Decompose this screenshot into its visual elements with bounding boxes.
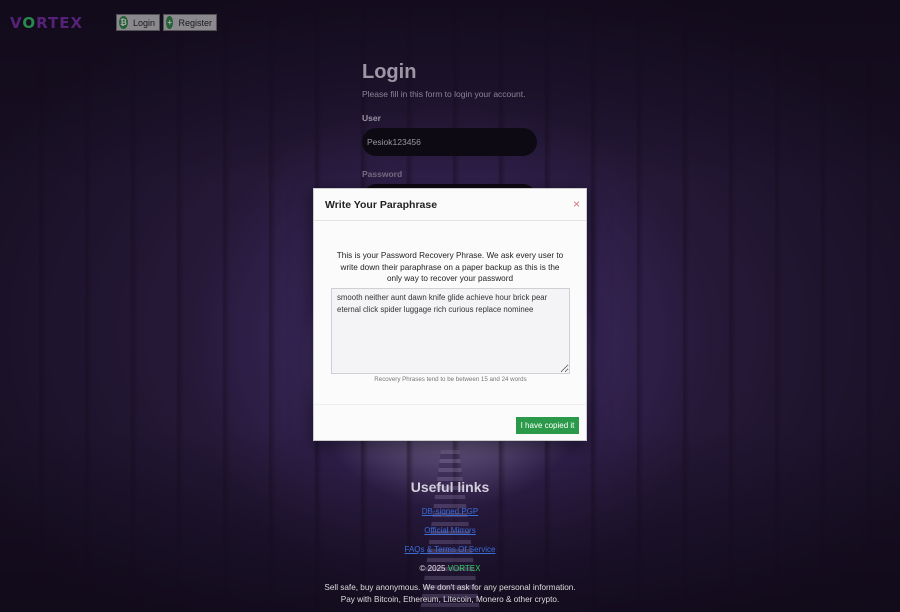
close-icon[interactable]: × (573, 197, 580, 211)
recovery-phrase-textarea[interactable]: smooth neither aunt dawn knife glide ach… (331, 288, 570, 374)
recovery-message: This is your Password Recovery Phrase. W… (336, 251, 564, 283)
copyright: © 2025 VORTEX (0, 564, 900, 573)
modal-footer: I have copied it (314, 404, 586, 440)
useful-links-title: Useful links (410, 479, 490, 495)
mirrors-link[interactable]: Official Mirrors (0, 526, 900, 535)
modal-header: Write Your Paraphrase × (314, 189, 586, 221)
faq-link[interactable]: FAQs & Terms Of Service (0, 545, 900, 554)
modal-title: Write Your Paraphrase (325, 198, 438, 211)
pgp-link[interactable]: DB-signed PGP (0, 507, 900, 516)
footer-tagline: Sell safe, buy anonymous. We don't ask f… (324, 583, 576, 592)
modal-body: This is your Password Recovery Phrase. W… (314, 222, 586, 404)
copied-confirm-button[interactable]: I have copied it (516, 417, 579, 434)
copyright-brand-link[interactable]: VORTEX (448, 564, 481, 573)
footer-payment-info: Pay with Bitcoin, Ethereum, Litecoin, Mo… (340, 595, 560, 604)
recovery-hint: Recovery Phrases tend to be between 15 a… (374, 376, 527, 383)
recovery-phrase-modal: Write Your Paraphrase × This is your Pas… (313, 188, 587, 441)
copyright-prefix: © 2025 (419, 564, 448, 573)
